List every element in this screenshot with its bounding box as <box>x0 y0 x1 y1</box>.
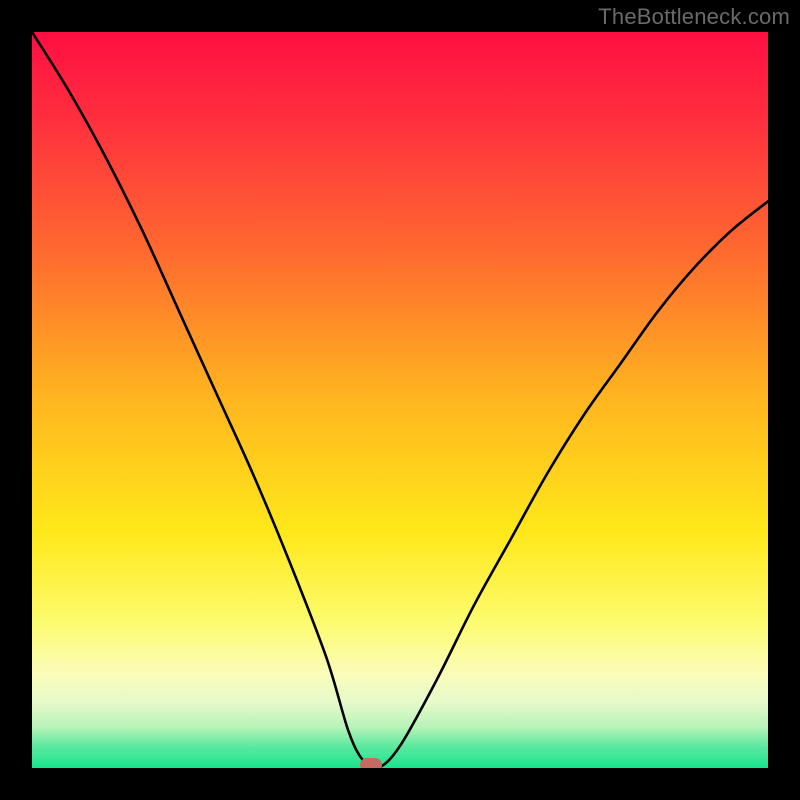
plot-area <box>32 32 768 768</box>
bottleneck-curve <box>32 32 768 768</box>
optimal-point-marker <box>360 758 382 768</box>
watermark-text: TheBottleneck.com <box>598 4 790 30</box>
chart-frame: TheBottleneck.com <box>0 0 800 800</box>
